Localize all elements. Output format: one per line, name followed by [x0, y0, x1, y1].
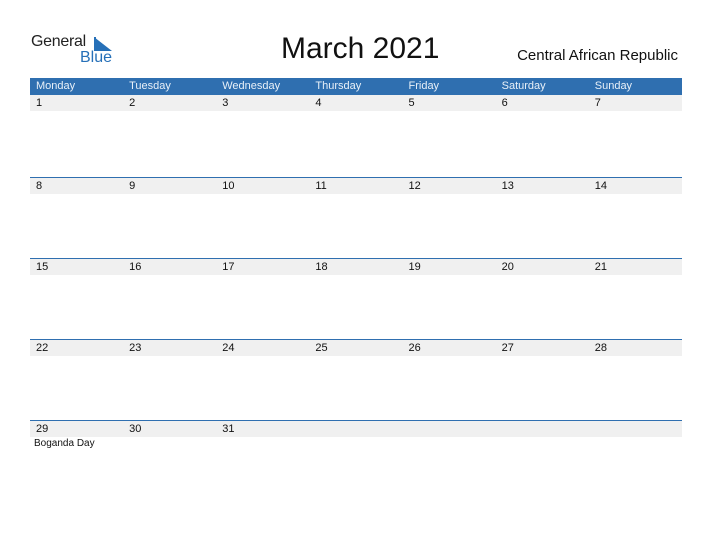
date-bar: 22 23 24 25 26 27 28: [30, 340, 682, 356]
date-bar: 8 9 10 11 12 13 14: [30, 178, 682, 194]
day-number: 2: [129, 97, 136, 109]
week-row: 22 23 24 25 26 27 28: [30, 339, 682, 420]
week-row: 15 16 17 18 19 20 21: [30, 258, 682, 339]
day-number: 17: [222, 261, 235, 273]
day-event: Boganda Day: [34, 438, 95, 449]
day-number: 30: [129, 423, 142, 435]
day-event: [496, 437, 589, 451]
weekday-friday: Friday: [408, 80, 440, 92]
day-number: [403, 421, 496, 437]
day-number: 1: [36, 97, 43, 109]
day-number: 31: [222, 423, 235, 435]
day-number: 5: [408, 97, 415, 109]
week-row: 29 30 31 Boganda Day: [30, 420, 682, 501]
day-number: 19: [408, 261, 421, 273]
day-number: 27: [501, 342, 514, 354]
weekday-sunday: Sunday: [594, 80, 633, 92]
country-label: Central African Republic: [517, 47, 678, 64]
logo-text-general: General: [31, 33, 86, 50]
weekday-saturday: Saturday: [501, 80, 546, 92]
day-event: [123, 437, 216, 451]
day-number: 24: [222, 342, 235, 354]
day-number: 6: [501, 97, 508, 109]
weekday-tuesday: Tuesday: [129, 80, 171, 92]
day-number: 25: [315, 342, 328, 354]
day-number: 28: [594, 342, 607, 354]
day-event: [309, 437, 402, 451]
day-number: 20: [501, 261, 514, 273]
week-row: 1 2 3 4 5 6 7: [30, 95, 682, 177]
day-number: 26: [408, 342, 421, 354]
weekday-thursday: Thursday: [315, 80, 362, 92]
day-number: [589, 421, 682, 437]
day-event: [403, 437, 496, 451]
day-number: 10: [222, 180, 235, 192]
calendar-title: March 2021: [281, 32, 440, 65]
day-event: [216, 437, 309, 451]
date-bar: 29 30 31: [30, 421, 682, 437]
events-row: Boganda Day: [30, 437, 682, 451]
day-number: 29: [36, 423, 49, 435]
day-number: 13: [501, 180, 514, 192]
day-number: 3: [222, 97, 229, 109]
day-number: 8: [36, 180, 43, 192]
day-number: 16: [129, 261, 142, 273]
day-number: 15: [36, 261, 49, 273]
day-number: 7: [594, 97, 601, 109]
day-number: 21: [594, 261, 607, 273]
weekday-monday: Monday: [36, 80, 76, 92]
weekday-header: Monday Tuesday Wednesday Thursday Friday…: [30, 78, 682, 95]
week-row: 8 9 10 11 12 13 14: [30, 177, 682, 258]
day-number: 9: [129, 180, 136, 192]
day-event: [589, 437, 682, 451]
day-number: [309, 421, 402, 437]
logo: General Blue: [31, 33, 121, 69]
day-number: [496, 421, 589, 437]
date-bar: 15 16 17 18 19 20 21: [30, 259, 682, 275]
calendar-grid: Monday Tuesday Wednesday Thursday Friday…: [30, 78, 682, 501]
day-number: 18: [315, 261, 328, 273]
day-number: 12: [408, 180, 421, 192]
day-number: 23: [129, 342, 142, 354]
logo-text-blue: Blue: [80, 49, 113, 66]
day-number: 22: [36, 342, 49, 354]
weekday-wednesday: Wednesday: [222, 80, 281, 92]
day-number: 4: [315, 97, 322, 109]
day-number: 14: [594, 180, 607, 192]
date-bar: 1 2 3 4 5 6 7: [30, 95, 682, 111]
day-number: 11: [315, 180, 327, 192]
